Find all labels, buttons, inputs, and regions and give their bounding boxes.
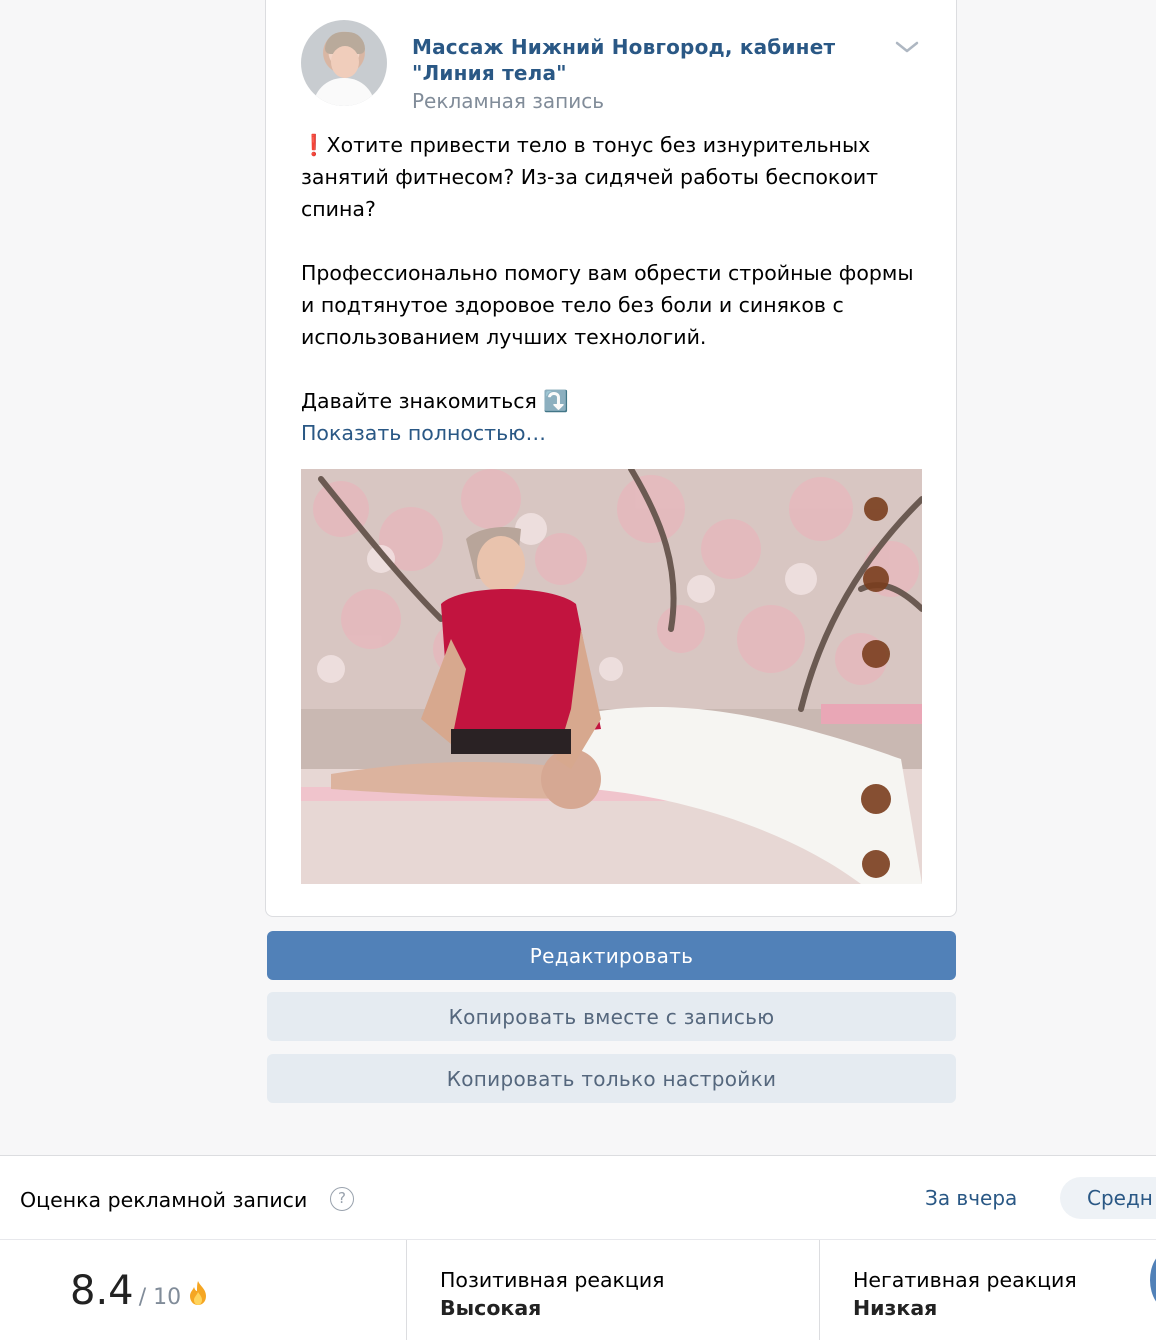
period-average-tab[interactable]: Средн: [1060, 1177, 1156, 1219]
ad-post-card: Массаж Нижний Новгород, кабинет "Линия т…: [265, 0, 957, 917]
score-max: / 10: [138, 1285, 182, 1310]
rating-title: Оценка рекламной записи: [20, 1188, 308, 1212]
fire-icon: [190, 1281, 207, 1305]
negative-reaction-label: Негативная реакция: [853, 1268, 1077, 1292]
post-type-label: Рекламная запись: [412, 89, 605, 113]
score-value: 8.4: [70, 1268, 134, 1314]
rating-header: Оценка рекламной записи ? За вчера Средн: [0, 1156, 1156, 1240]
post-text: ❗️Хотите привести тело в тонус без изнур…: [301, 133, 914, 413]
show-more-link[interactable]: Показать полностью…: [301, 418, 546, 448]
divider: [819, 1240, 820, 1340]
post-image[interactable]: [301, 469, 922, 884]
positive-reaction-label: Позитивная реакция: [440, 1268, 665, 1292]
help-icon[interactable]: ?: [330, 1187, 354, 1211]
chevron-down-icon[interactable]: [894, 38, 920, 56]
copy-settings-button[interactable]: Копировать только настройки: [267, 1054, 956, 1103]
avatar: [1150, 1250, 1156, 1310]
edit-button[interactable]: Редактировать: [267, 931, 956, 980]
period-yesterday-tab[interactable]: За вчера: [925, 1184, 1017, 1212]
post-author-name[interactable]: Массаж Нижний Новгород, кабинет "Линия т…: [412, 34, 852, 86]
negative-reaction-value: Низкая: [853, 1296, 938, 1320]
author-avatar[interactable]: [301, 20, 387, 106]
positive-reaction: Позитивная реакция Высокая: [440, 1266, 665, 1322]
positive-reaction-value: Высокая: [440, 1296, 542, 1320]
rating-metrics: 8.4 / 10 Позитивная реакция Высокая Нега…: [0, 1240, 1156, 1340]
negative-reaction: Негативная реакция Низкая: [853, 1266, 1077, 1322]
ad-rating-panel: Оценка рекламной записи ? За вчера Средн…: [0, 1155, 1156, 1340]
rating-score: 8.4 / 10: [70, 1267, 210, 1315]
divider: [406, 1240, 407, 1340]
copy-with-post-button[interactable]: Копировать вместе с записью: [267, 992, 956, 1041]
